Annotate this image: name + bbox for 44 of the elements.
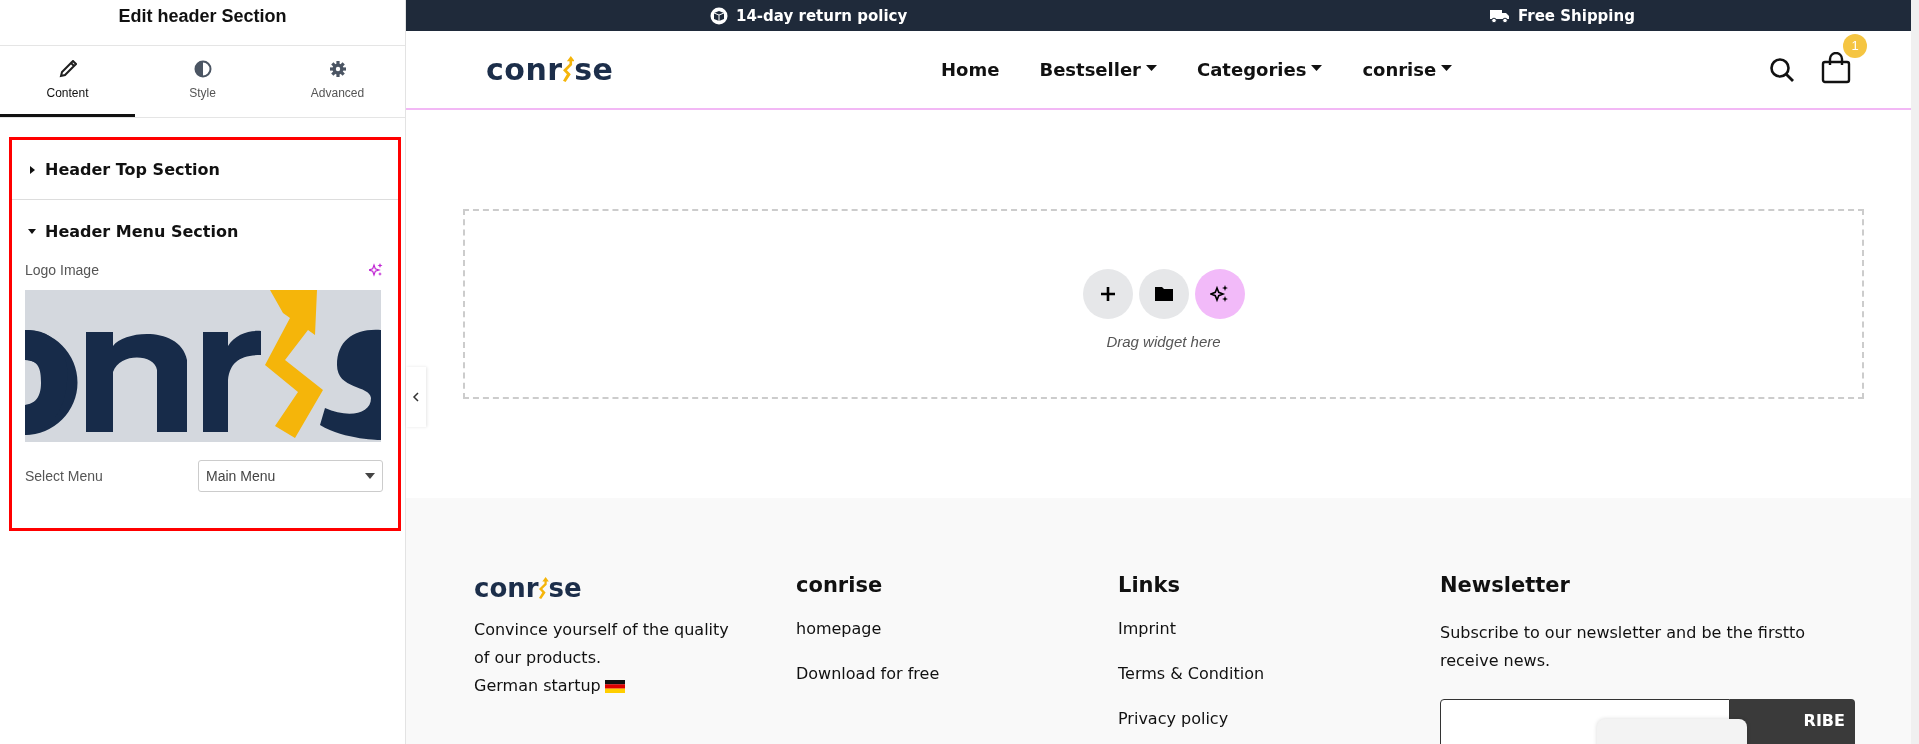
field-label: Select Menu [25, 468, 103, 484]
footer-heading: Newsletter [1440, 573, 1571, 597]
search-icon[interactable] [1769, 56, 1795, 83]
footer-link[interactable]: Download for free [796, 664, 1118, 683]
subscribe-button[interactable]: RIBE [1730, 699, 1855, 744]
drop-zone[interactable]: Drag widget here [463, 209, 1864, 399]
nav-link[interactable]: Categories [1197, 59, 1323, 80]
caret-icon [27, 226, 37, 236]
section-header[interactable]: Header Top Section [12, 140, 398, 200]
promo-text: Free Shipping [1518, 6, 1635, 25]
footer-logo[interactable]: conr se [474, 573, 796, 603]
sparkle-icon[interactable] [369, 263, 383, 277]
german-flag-icon [604, 679, 625, 693]
truck-icon [1490, 8, 1510, 23]
field-label: Logo Image [25, 262, 99, 278]
nav-link[interactable]: Home [941, 59, 1000, 80]
cart-count-badge: 1 [1843, 33, 1867, 58]
promo-text: 14-day return policy [736, 6, 908, 25]
footer-heading: Links [1118, 573, 1181, 597]
caret-icon [27, 164, 37, 175]
about-text: German startup [474, 675, 601, 697]
plus-icon [1099, 285, 1116, 302]
footer-heading: conrise [796, 573, 884, 597]
footer-link[interactable]: Terms & Condition [1118, 664, 1440, 683]
drop-hint: Drag widget here [1106, 332, 1221, 350]
caret-icon [365, 473, 375, 479]
logo[interactable]: conr se [486, 52, 806, 87]
sparkle-icon [1209, 283, 1230, 304]
folder-icon [1154, 286, 1173, 301]
chevron-left-icon [412, 392, 420, 402]
menu-select[interactable]: Main Menu [198, 460, 383, 492]
shopping-bag-icon[interactable] [1821, 51, 1851, 84]
nav-link[interactable]: conrise [1362, 59, 1453, 80]
section-header[interactable]: Header Menu Section [12, 200, 398, 262]
footer-link[interactable]: Imprint [1118, 619, 1440, 638]
nav-link[interactable]: Bestseller [1039, 59, 1157, 80]
about-text: Convince yourself of the quality of our products. [474, 619, 730, 669]
gear-icon [328, 60, 347, 78]
contrast-icon [193, 60, 212, 78]
footer-link[interactable]: Privacy policy [1118, 709, 1440, 728]
footer-link[interactable]: homepage [796, 619, 1118, 638]
newsletter-text: Subscribe to our newsletter and be the firstto receive news. [1440, 622, 1807, 672]
pencil-icon [58, 60, 77, 78]
package-icon [710, 6, 728, 25]
